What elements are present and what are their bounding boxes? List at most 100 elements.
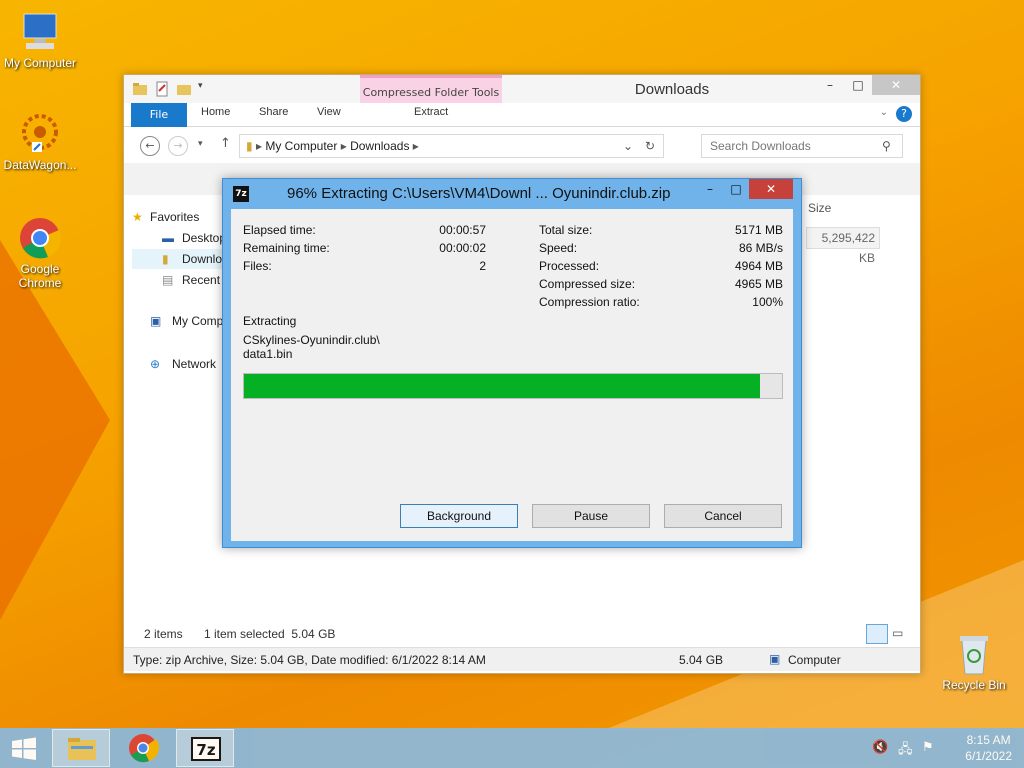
current-file-path: CSkylines-Oyunindir.club\	[243, 333, 380, 347]
network-icon: ⊕	[150, 357, 161, 371]
taskbar-chrome[interactable]	[114, 729, 172, 767]
maximize-button[interactable]: □	[723, 179, 749, 199]
chevron-down-icon[interactable]: ⌄	[623, 135, 633, 157]
close-button[interactable]: ✕	[872, 75, 920, 95]
pause-button[interactable]: Pause	[532, 504, 650, 528]
minimize-button[interactable]: –	[816, 75, 844, 95]
files-value: 2	[479, 259, 486, 273]
search-input[interactable]: Search Downloads	[701, 134, 903, 158]
back-button[interactable]: ←	[140, 136, 160, 156]
total-size-value: 5171 MB	[734, 223, 783, 237]
operation-label: Extracting	[243, 314, 297, 328]
taskbar: 7z 🔇 🖧 ⚑ 8:15 AM 6/1/2022	[0, 728, 1024, 768]
desktop-icon-label: Google Chrome	[18, 262, 62, 290]
close-button[interactable]: ✕	[749, 179, 793, 199]
nav-item-desktop[interactable]: ▬ Desktop	[162, 231, 226, 245]
maximize-button[interactable]: □	[844, 75, 872, 95]
address-row: ← → ▾ ↑ ▮ ▸ My Computer ▸ Downloads ▸ ⌄ …	[124, 127, 920, 161]
speaker-muted-icon[interactable]: 🔇	[872, 740, 888, 755]
nav-item-favorites[interactable]: ★ Favorites	[132, 210, 199, 224]
total-size-label: Total size:	[539, 223, 593, 237]
windows-logo-icon	[12, 737, 36, 760]
dialog-body: Elapsed time: 00:00:57 Remaining time: 0…	[231, 209, 793, 541]
processed-value: 4964 MB	[734, 259, 783, 273]
speed-label: Speed:	[539, 241, 578, 255]
action-center-flag-icon[interactable]: ⚑	[922, 740, 934, 755]
taskbar-file-explorer[interactable]	[52, 729, 110, 767]
computer-icon: ▣	[769, 652, 781, 666]
location-status: Computer	[788, 653, 841, 667]
address-bar[interactable]: ▮ ▸ My Computer ▸ Downloads ▸ ⌄ ↻	[239, 134, 664, 158]
7zip-icon: 7z	[191, 737, 221, 761]
background-button[interactable]: Background	[400, 504, 518, 528]
nav-item-my-computer[interactable]: ▣ My Comp	[150, 314, 223, 328]
datawagon-icon	[18, 112, 62, 156]
refresh-icon[interactable]: ↻	[645, 135, 655, 157]
chrome-icon	[129, 734, 159, 763]
window-controls: – □ ✕	[816, 75, 920, 95]
speed-value: 86 MB/s	[738, 241, 783, 255]
forward-button[interactable]: →	[168, 136, 188, 156]
desktop-icon-label: DataWagon...	[3, 158, 77, 172]
desktop-icon-datawagon[interactable]: DataWagon...	[0, 112, 80, 172]
current-file-name: data1.bin	[243, 347, 293, 361]
details-bar: Type: zip Archive, Size: 5.04 GB, Date m…	[124, 647, 920, 671]
column-header-size[interactable]: Size	[808, 201, 831, 215]
search-icon: ⚲	[882, 139, 891, 153]
up-arrow-icon[interactable]: ↑	[220, 136, 231, 151]
selection-info: 1 item selected 5.04 GB	[204, 627, 336, 641]
processed-label: Processed:	[539, 259, 600, 273]
file-explorer-icon	[68, 738, 96, 760]
file-size-status: 5.04 GB	[679, 653, 724, 667]
elapsed-time-value: 00:00:57	[439, 223, 486, 237]
dialog-window-controls: – □ ✕	[697, 179, 793, 199]
desktop-icon-google-chrome[interactable]: Google Chrome	[0, 216, 80, 290]
file-details: Type: zip Archive, Size: 5.04 GB, Date m…	[133, 653, 486, 667]
cancel-button[interactable]: Cancel	[664, 504, 782, 528]
status-bar: 2 items 1 item selected 5.04 GB ▭	[124, 623, 920, 645]
start-button[interactable]	[0, 729, 48, 767]
clock-date: 6/1/2022	[965, 749, 1012, 763]
compressed-size-label: Compressed size:	[539, 277, 636, 291]
ribbon: File Home Share View Extract ⌄ ?	[124, 103, 920, 127]
nav-item-network[interactable]: ⊕ Network	[150, 357, 216, 371]
svg-text:7z: 7z	[196, 741, 215, 759]
taskbar-7zip[interactable]: 7z	[176, 729, 234, 767]
7zip-logo-icon: 7z	[233, 186, 249, 202]
compression-ratio-value: 100%	[752, 295, 783, 309]
desktop-icon-my-computer[interactable]: My Computer	[0, 10, 80, 70]
tab-file[interactable]: File	[131, 103, 187, 127]
tab-share[interactable]: Share	[259, 106, 288, 118]
files-label: Files:	[243, 259, 272, 273]
extraction-progress-dialog: 7z 96% Extracting C:\Users\VM4\Downl ...…	[222, 178, 802, 548]
network-icon[interactable]: 🖧	[898, 740, 913, 762]
compressed-size-value: 4965 MB	[734, 277, 783, 291]
clock[interactable]: 8:15 AM 6/1/2022	[965, 732, 1012, 764]
file-size-cell: 5,295,422 KB	[806, 227, 880, 265]
desktop-icon-recycle-bin[interactable]: Recycle Bin	[934, 632, 1014, 692]
nav-item-downloads[interactable]: ▮ Downlo	[162, 252, 222, 266]
desktop-icon-label: My Computer	[3, 56, 77, 70]
chrome-icon	[18, 216, 62, 260]
window-title: Downloads	[634, 81, 710, 98]
downloads-folder-icon: ▮	[162, 252, 169, 266]
explorer-titlebar: ▾ Compressed Folder Tools Downloads – □ …	[124, 75, 920, 109]
dialog-title: 96% Extracting C:\Users\VM4\Downl ... Oy…	[287, 185, 671, 202]
details-view-icon[interactable]	[866, 624, 888, 644]
large-icons-view-icon[interactable]: ▭	[892, 626, 903, 640]
compression-ratio-label: Compression ratio:	[539, 295, 640, 309]
tab-view[interactable]: View	[317, 106, 341, 118]
breadcrumb-my-computer[interactable]: My Computer	[265, 139, 337, 153]
help-icon[interactable]: ?	[896, 106, 912, 122]
recent-locations-icon[interactable]: ▾	[198, 139, 203, 149]
minimize-button[interactable]: –	[697, 179, 723, 199]
remaining-time-label: Remaining time:	[243, 241, 330, 255]
recycle-bin-icon	[952, 632, 996, 676]
recent-places-icon: ▤	[162, 273, 174, 287]
computer-icon: ▣	[150, 314, 162, 328]
desktop-icon: ▬	[162, 231, 174, 245]
tab-home[interactable]: Home	[201, 106, 230, 118]
chevron-down-icon[interactable]: ⌄	[880, 107, 888, 118]
breadcrumb-downloads[interactable]: Downloads	[350, 139, 409, 153]
tab-extract[interactable]: Extract	[414, 106, 448, 118]
